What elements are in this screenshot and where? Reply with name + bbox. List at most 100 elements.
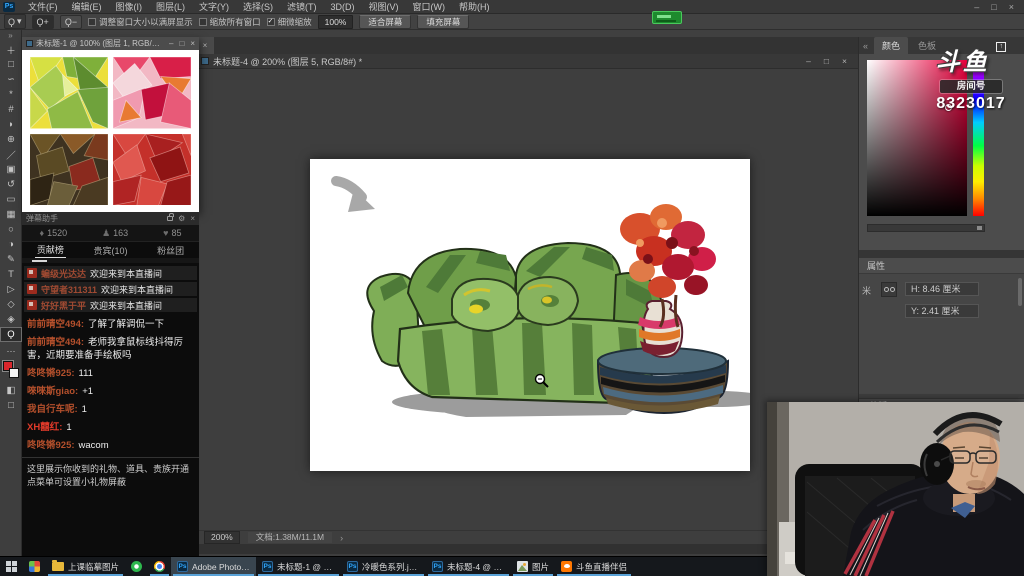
minimize-icon[interactable]: – <box>974 2 979 12</box>
danmu-header[interactable]: 弹幕助手 ⚙ × <box>22 212 199 225</box>
tool-button[interactable]: ⊕ <box>0 132 22 147</box>
panel-collapse-icon[interactable]: « <box>863 39 868 54</box>
zoom-in-button[interactable]: Ϙ+ <box>32 15 54 29</box>
taskbar-photoshop-jpg[interactable]: Ps 冷暖色系列.jpg @ ... <box>341 557 426 576</box>
doc1-minimize-icon[interactable]: – <box>169 39 173 48</box>
tool-button[interactable]: ◈ <box>0 312 22 327</box>
doc1-titlebar[interactable]: 未标题-1 @ 100% (图层 1, RGB/8#) – □ × <box>22 37 199 50</box>
message-text: +1 <box>82 386 93 397</box>
danmu-tab[interactable]: 粉丝团 <box>155 243 186 258</box>
danmu-tab[interactable]: 贡献榜 <box>35 242 66 259</box>
status-arrow-icon[interactable]: › <box>340 533 343 543</box>
taskbar-green-browser[interactable] <box>125 557 148 576</box>
lock-icon[interactable] <box>167 216 173 221</box>
resize-window-checkbox[interactable]: 调整窗口大小以满屏显示 <box>88 16 193 28</box>
color-option-slider[interactable] <box>867 224 985 232</box>
tab-color[interactable]: 颜色 <box>874 37 908 54</box>
properties-panel-header[interactable]: 属性 <box>859 258 1024 274</box>
doc1-restore-icon[interactable]: □ <box>179 39 184 48</box>
toolbar-collapse-icon[interactable]: » <box>0 30 21 42</box>
tool-button[interactable]: ▣ <box>0 162 22 177</box>
chat-message-row: 咚咚锵925:wacom <box>27 439 194 452</box>
tool-button[interactable]: ／ <box>0 147 22 162</box>
doc1-close-icon[interactable]: × <box>190 39 195 48</box>
properties-panel: 米 H: 8.46 厘米 Y: 2.41 厘米 <box>859 274 1024 394</box>
menu-item[interactable]: 文字(Y) <box>192 0 236 14</box>
zoom-all-windows-checkbox[interactable]: 缩放所有窗口 <box>199 16 261 28</box>
artwork-canvas[interactable] <box>310 159 750 471</box>
taskbar-photoshop-main[interactable]: Ps Adobe Photoshop... <box>171 557 256 576</box>
zoom-out-button[interactable]: Ϙ− <box>60 15 82 29</box>
tool-button[interactable]: ▭ <box>0 192 22 207</box>
start-button[interactable] <box>0 557 23 576</box>
tool-button[interactable]: ✎ <box>0 252 22 267</box>
tool-button[interactable]: ◑ <box>0 237 22 252</box>
restore-icon[interactable]: □ <box>991 2 996 12</box>
tool-button[interactable]: ∽ <box>0 72 22 87</box>
douyu-logo: 斗鱼 <box>936 49 990 76</box>
tool-button[interactable]: ◗ <box>0 117 22 132</box>
tool-button[interactable]: ○ <box>0 222 22 237</box>
zoom-percent-field[interactable]: 100% <box>318 15 354 29</box>
menu-item[interactable]: 3D(D) <box>324 0 362 14</box>
tool-button[interactable]: ◇ <box>0 297 22 312</box>
menu-item[interactable]: 图层(L) <box>149 0 192 14</box>
pinwheel-app-icon <box>29 561 40 572</box>
chrome-icon <box>154 561 165 572</box>
tool-button[interactable]: ▦ <box>0 207 22 222</box>
menu-item[interactable]: 帮助(H) <box>452 0 497 14</box>
tool-button[interactable]: ↺ <box>0 177 22 192</box>
taskbar-douyu-companion[interactable]: 斗鱼直播伴侣 <box>555 557 633 576</box>
doc-restore-icon[interactable]: □ <box>824 56 829 66</box>
fill-screen-button[interactable]: 填充屏幕 <box>417 15 469 29</box>
tool-button[interactable]: □ <box>0 57 22 72</box>
height-field[interactable]: H: 8.46 厘米 <box>905 282 979 296</box>
danmu-tab[interactable]: 贵宾(10) <box>91 243 129 258</box>
close-icon[interactable]: × <box>190 212 195 225</box>
document-window-untitled1: 未标题-1 @ 100% (图层 1, RGB/8#) – □ × <box>22 37 199 212</box>
tool-button[interactable]: … <box>0 342 22 357</box>
menu-item[interactable]: 视图(V) <box>362 0 406 14</box>
taskbar-photos-app[interactable]: 图片 <box>511 557 555 576</box>
tool-button[interactable]: ▷ <box>0 282 22 297</box>
tool-button[interactable]: ＋ <box>0 42 22 57</box>
message-text: 1 <box>82 404 87 415</box>
tool-button[interactable]: T <box>0 267 22 282</box>
menu-item[interactable]: 窗口(W) <box>406 0 453 14</box>
tool-button[interactable]: □ <box>0 398 22 413</box>
room-number: 8323017 <box>920 95 1022 113</box>
menu-item[interactable]: 滤镜(T) <box>280 0 324 14</box>
doc-close-icon[interactable]: × <box>842 56 847 66</box>
menu-item[interactable]: 选择(S) <box>236 0 280 14</box>
taskbar-app-pinwheel[interactable] <box>23 557 46 576</box>
doc-minimize-icon[interactable]: – <box>806 56 811 66</box>
message-text: 111 <box>79 368 93 379</box>
tool-button[interactable]: * <box>0 87 22 102</box>
status-zoom-field[interactable]: 200% <box>204 531 240 544</box>
link-dimensions-icon[interactable] <box>881 282 897 297</box>
reference-image-grid <box>22 50 199 212</box>
y-position-field[interactable]: Y: 2.41 厘米 <box>905 304 979 318</box>
taskbar-photoshop-doc1[interactable]: Ps 未标题-1 @ 100%... <box>256 557 341 576</box>
tool-button[interactable]: # <box>0 102 22 117</box>
menu-item[interactable]: 文件(F) <box>21 0 65 14</box>
tool-button[interactable]: Ϙ <box>0 327 22 342</box>
background-color-swatch[interactable] <box>9 368 19 378</box>
share-icon: ↑ <box>996 42 1006 52</box>
reference-quadrant-yellow-green <box>30 57 108 129</box>
document-titlebar[interactable]: 未标题-4 @ 200% (图层 5, RGB/8#) * – □ × <box>196 54 858 69</box>
taskbar-folder-item[interactable]: 上课临摹图片 <box>46 557 125 576</box>
menu-item[interactable]: 编辑(E) <box>65 0 109 14</box>
taskbar-photoshop-doc4[interactable]: Ps 未标题-4 @ 200%... <box>426 557 511 576</box>
canvas-area[interactable] <box>196 69 858 530</box>
taskbar-chrome[interactable] <box>148 557 171 576</box>
scrubby-zoom-checkbox[interactable]: ✓ 细微缩放 <box>267 16 312 28</box>
gear-icon[interactable]: ⚙ <box>178 212 185 225</box>
fit-screen-button[interactable]: 适合屏幕 <box>359 15 411 29</box>
panel-scrollbar[interactable] <box>1018 278 1022 306</box>
tool-button[interactable]: ◧ <box>0 383 22 398</box>
menu-item[interactable]: 图像(I) <box>109 0 150 14</box>
close-icon[interactable]: × <box>1009 2 1014 12</box>
current-tool-thumbnail[interactable]: Ϙ ▾ <box>4 14 26 29</box>
welcome-message-list: 蝙级光达达 欢迎来到本直播间 守望者311311 欢迎来到本直播间 好好黑于平 … <box>22 263 199 312</box>
